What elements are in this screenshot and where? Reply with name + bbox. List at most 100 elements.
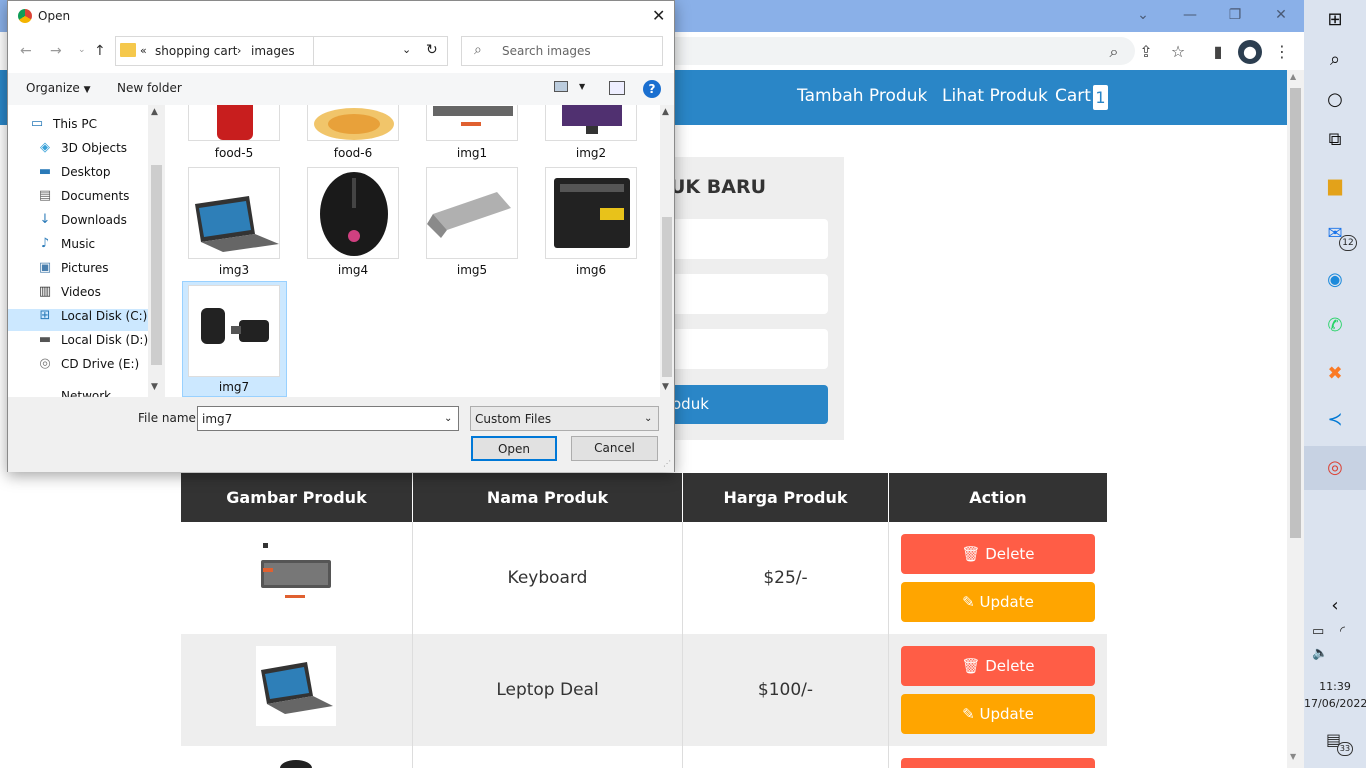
file-label[interactable]: img1 [420,146,524,160]
file-explorer-icon[interactable]: ▆ [1321,172,1349,200]
refresh-icon[interactable]: ↻ [426,42,438,58]
breadcrumb-prefix[interactable]: « [140,44,147,57]
breadcrumb-shopping-cart[interactable]: shopping cart [155,44,237,58]
scroll-up-icon[interactable]: ▲ [151,107,158,117]
scroll-up-icon[interactable]: ▲ [1290,72,1296,81]
preview-pane-icon[interactable] [609,81,625,95]
resize-grip-icon[interactable]: ⋰ [663,459,671,468]
help-icon[interactable]: ? [643,80,661,98]
windows-start-icon[interactable]: ⊞ [1321,6,1349,34]
file-label[interactable]: img3 [182,263,286,277]
new-folder-button[interactable]: New folder [117,81,182,95]
nav-local-disk-c[interactable]: ⊞ Local Disk (C:) [40,305,148,327]
menu-kebab-icon[interactable]: ⋮ [1270,40,1294,64]
restore-icon[interactable]: ❐ [1225,5,1245,25]
organize-button[interactable]: Organize ▼ [26,81,91,95]
file-label[interactable]: img4 [301,263,405,277]
nav-lihat-produk[interactable]: Lihat Produk [942,86,1048,106]
add-product-button[interactable]: oduk [670,385,828,424]
view-dropdown-icon[interactable]: ▼ [579,82,585,91]
view-options-icon[interactable] [554,81,568,92]
scrollbar-thumb[interactable] [662,217,672,377]
clock-date[interactable]: 17/06/2022 [1304,697,1366,710]
nav-downloads[interactable]: ↓ Downloads [40,209,127,231]
file-thumb-img2[interactable] [545,105,637,141]
task-view-icon[interactable]: ⧉ [1321,126,1349,154]
nav-cd-drive-e[interactable]: ◎ CD Drive (E:) [39,353,139,375]
close-window-icon[interactable]: ✕ [1271,5,1291,25]
sidepanel-icon[interactable]: ▮ [1206,40,1230,64]
file-name-input[interactable]: img7 ⌄ [197,406,459,431]
search-images-box[interactable]: ⌕ Search images [461,36,663,66]
cortana-icon[interactable]: ○ [1321,86,1349,114]
vscode-icon[interactable]: ≺ [1321,406,1349,434]
address-bar[interactable] [660,37,1135,65]
update-button[interactable]: ✎ Update [901,694,1095,734]
nav-videos[interactable]: ▥ Videos [39,281,101,303]
nav-pane-scrollbar[interactable]: ▲ ▼ [148,105,165,397]
file-thumb-food-5[interactable] [188,105,280,141]
product-price-input[interactable] [670,274,828,314]
delete-button[interactable]: 🗑 Delete [901,646,1095,686]
scroll-down-icon[interactable]: ▼ [1290,752,1296,761]
nav-local-disk-d[interactable]: ▬ Local Disk (D:) [39,329,148,351]
product-name-input[interactable] [670,219,828,259]
nav-music[interactable]: ♪ Music [41,233,95,255]
file-thumb-img4[interactable] [307,167,399,259]
open-button[interactable]: Open [471,436,557,461]
scroll-down-icon[interactable]: ▼ [151,382,158,392]
forward-arrow-icon[interactable]: → [50,43,62,59]
search-icon[interactable]: ⌕ [1321,46,1349,74]
scrollbar-thumb[interactable] [1290,88,1301,538]
address-breadcrumb[interactable]: « shopping cart › images ⌄ ↻ [115,36,448,66]
file-thumb-img3[interactable] [188,167,280,259]
nav-documents[interactable]: ▤ Documents [39,185,130,207]
file-view-scrollbar[interactable]: ▲ ▼ [660,105,674,397]
chevron-down-icon[interactable]: ⌄ [444,413,452,424]
scroll-down-icon[interactable]: ▼ [662,382,669,392]
volume-icon[interactable]: 🔈 [1312,646,1328,661]
show-hidden-icons-icon[interactable]: ‹ [1321,592,1349,620]
file-type-select[interactable]: Custom Files ⌄ [470,406,659,431]
file-thumb-img6[interactable] [545,167,637,259]
whatsapp-icon[interactable]: ✆ [1321,312,1349,340]
file-label-selected[interactable]: img7 [182,380,286,394]
cancel-button[interactable]: Cancel [571,436,658,461]
clock-time[interactable]: 11:39 [1304,680,1366,693]
minimize-icon[interactable]: — [1180,5,1200,25]
up-arrow-icon[interactable]: ↑ [94,43,106,59]
file-thumb-img7[interactable] [188,285,280,377]
address-dropdown-icon[interactable]: ⌄ [402,43,411,56]
file-label[interactable]: img6 [539,263,643,277]
xampp-icon[interactable]: ✖ [1321,360,1349,388]
scroll-up-icon[interactable]: ▲ [662,107,669,117]
scrollbar-thumb[interactable] [151,165,162,365]
file-thumb-img5[interactable] [426,167,518,259]
share-icon[interactable]: ⇪ [1134,40,1158,64]
nav-3d-objects[interactable]: ◈ 3D Objects [40,137,127,159]
file-label[interactable]: img5 [420,263,524,277]
nav-cart[interactable]: Cart [1055,86,1091,106]
edge-icon[interactable]: ◉ [1321,266,1349,294]
zoom-icon[interactable]: ⌕ [1102,40,1126,64]
dialog-close-icon[interactable]: ✕ [652,6,665,25]
battery-icon[interactable]: ▭ [1312,624,1324,639]
delete-button[interactable] [901,758,1095,768]
file-label[interactable]: food-5 [182,146,286,160]
bookmark-star-icon[interactable]: ☆ [1166,40,1190,64]
recent-chevron-icon[interactable]: ⌄ [78,45,86,55]
nav-network[interactable]: ▦Network [61,385,111,397]
back-arrow-icon[interactable]: ← [20,43,32,59]
file-thumb-img1[interactable] [426,105,518,141]
delete-button[interactable]: 🗑 Delete [901,534,1095,574]
file-thumb-food-6[interactable] [307,105,399,141]
product-image-input[interactable] [670,329,828,369]
breadcrumb-images[interactable]: images [251,44,295,58]
nav-desktop[interactable]: ▬ Desktop [39,161,111,183]
profile-avatar[interactable]: ● [1238,40,1262,64]
nav-tambah-produk[interactable]: Tambah Produk [797,86,927,106]
tab-search-icon[interactable]: ⌄ [1133,5,1153,25]
update-button[interactable]: ✎ Update [901,582,1095,622]
nav-pictures[interactable]: ▣ Pictures [39,257,109,279]
file-label[interactable]: food-6 [301,146,405,160]
